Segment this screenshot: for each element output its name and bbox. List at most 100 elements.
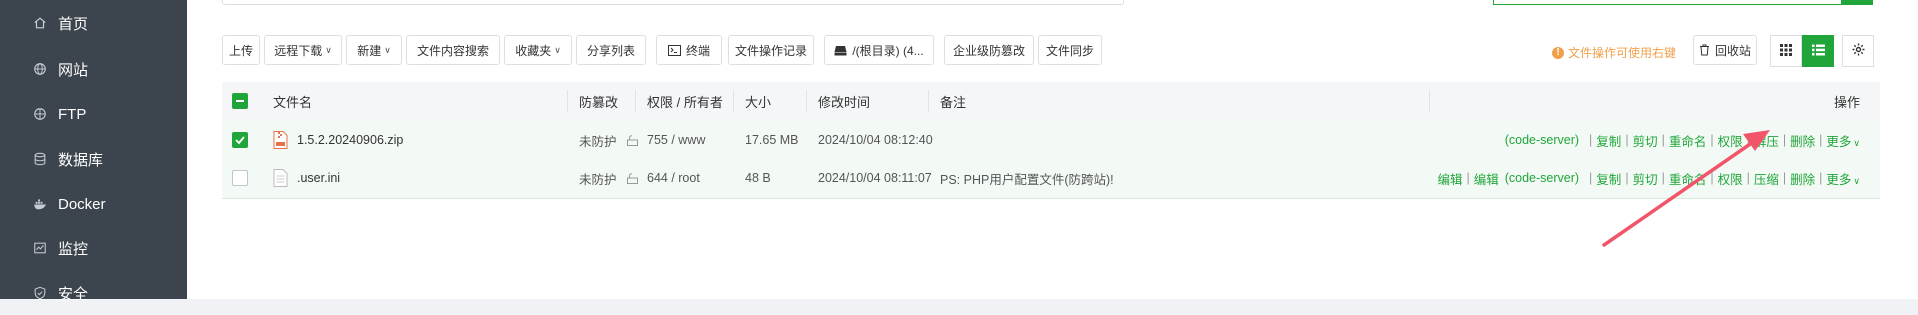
disk-root-button[interactable]: /(根目录) (4... xyxy=(824,35,934,65)
file-size: 48 B xyxy=(745,171,771,185)
list-view-button[interactable] xyxy=(1802,35,1834,67)
settings-button[interactable] xyxy=(1842,35,1874,67)
copy-link[interactable]: 复制 xyxy=(1596,169,1621,188)
sidebar-item-website[interactable]: 网站 xyxy=(0,47,187,91)
database-icon xyxy=(32,151,48,167)
grid-view-button[interactable] xyxy=(1770,35,1802,67)
sidebar-item-database[interactable]: 数据库 xyxy=(0,137,187,181)
docker-icon xyxy=(32,196,48,212)
globe-icon xyxy=(32,61,48,77)
content-search-button[interactable]: 文件内容搜索 xyxy=(406,35,500,65)
column-permission[interactable]: 权限 / 所有者 xyxy=(647,82,723,120)
monitor-icon xyxy=(32,240,48,256)
column-tamper[interactable]: 防篡改 xyxy=(579,82,618,120)
row-checkbox[interactable] xyxy=(232,132,248,148)
cut-link[interactable]: 剪切 xyxy=(1633,169,1658,188)
file-sync-button[interactable]: 文件同步 xyxy=(1038,35,1102,65)
column-mtime[interactable]: 修改时间 xyxy=(818,82,870,120)
file-name[interactable]: 1.5.2.20240906.zip xyxy=(297,133,403,147)
rename-link[interactable]: 重命名 xyxy=(1669,169,1707,188)
sidebar-item-label: 网站 xyxy=(58,61,89,79)
column-divider xyxy=(635,90,636,112)
terminal-button[interactable]: 终端 xyxy=(656,35,722,65)
row-actions: 编辑 | 编辑 (code-server) | 复制 | 剪切 | 重命名 | 权限 | 压… xyxy=(1437,158,1860,198)
table-row[interactable]: 1.5.2.20240906.zip 未防护 755 / www 17.65 M… xyxy=(222,120,1880,161)
unlock-icon xyxy=(626,172,638,184)
sidebar-item-docker[interactable]: Docker xyxy=(0,182,187,226)
file-name-cell[interactable]: .user.ini xyxy=(273,158,340,198)
permission-link[interactable]: 权限 xyxy=(1718,169,1743,188)
sidebar-item-monitor[interactable]: 监控 xyxy=(0,226,187,270)
ftp-icon xyxy=(32,106,48,122)
path-bar[interactable] xyxy=(222,0,1124,5)
share-list-button[interactable]: 分享列表 xyxy=(576,35,646,65)
compress-link[interactable]: 压缩 xyxy=(1754,169,1779,188)
select-all-checkbox[interactable] xyxy=(232,93,248,109)
sidebar-item-security[interactable]: 安全 xyxy=(0,271,187,315)
tamper-status[interactable]: 未防护 xyxy=(579,158,638,198)
edit-link[interactable]: 编辑 xyxy=(1474,169,1499,188)
recycle-bin-button[interactable]: 回收站 xyxy=(1693,35,1757,65)
sidebar-item-ftp[interactable]: FTP xyxy=(0,92,187,136)
chevron-down-icon: ∨ xyxy=(384,44,391,55)
permission-owner[interactable]: 755 / www xyxy=(647,120,705,160)
chevron-down-icon: ∨ xyxy=(325,44,332,55)
column-divider xyxy=(928,90,929,112)
chevron-down-icon: ∨ xyxy=(554,44,561,55)
more-link[interactable]: 更多 ∨ xyxy=(1826,131,1860,150)
column-divider xyxy=(806,90,807,112)
table-row[interactable]: .user.ini 未防护 644 / root 48 B 2024/10/04… xyxy=(222,158,1880,199)
text-file-icon xyxy=(273,169,288,187)
modified-time: 2024/10/04 08:11:07 xyxy=(818,171,932,185)
rename-link[interactable]: 重命名 xyxy=(1669,131,1707,150)
column-size[interactable]: 大小 xyxy=(745,82,771,120)
column-ops: 操作 xyxy=(1833,94,1860,110)
sidebar-item-label: Docker xyxy=(58,195,106,213)
edit-link[interactable]: 编辑 xyxy=(1437,169,1462,188)
sidebar-item-label: 监控 xyxy=(58,240,89,258)
enterprise-tamper-button[interactable]: 企业级防篡改 xyxy=(944,35,1034,65)
extract-link[interactable]: 解压 xyxy=(1754,131,1779,150)
right-click-hint: ! 文件操作可使用右键 xyxy=(1552,44,1676,61)
file-note: PS: PHP用户配置文件(防跨站)! xyxy=(940,172,1114,187)
chevron-down-icon: ∨ xyxy=(1853,175,1860,186)
upload-button[interactable]: 上传 xyxy=(222,35,260,65)
copy-link[interactable]: 复制 xyxy=(1596,131,1621,150)
row-checkbox[interactable] xyxy=(232,170,248,186)
list-icon xyxy=(1811,44,1825,59)
code-server-link[interactable]: (code-server) xyxy=(1505,171,1579,185)
column-name[interactable]: 文件名 xyxy=(273,82,312,120)
zip-file-icon xyxy=(273,131,288,149)
delete-link[interactable]: 删除 xyxy=(1790,131,1815,150)
terminal-icon xyxy=(667,44,681,56)
file-name-cell[interactable]: 1.5.2.20240906.zip xyxy=(273,120,403,160)
more-link[interactable]: 更多 ∨ xyxy=(1826,169,1860,188)
search-input[interactable] xyxy=(1493,0,1843,5)
delete-link[interactable]: 删除 xyxy=(1790,169,1815,188)
permission-link[interactable]: 权限 xyxy=(1718,131,1743,150)
code-server-link[interactable]: (code-server) xyxy=(1505,133,1579,147)
modified-time: 2024/10/04 08:12:40 xyxy=(818,133,933,147)
sidebar-item-label: 数据库 xyxy=(58,151,104,169)
trash-icon xyxy=(1699,44,1710,56)
new-button[interactable]: 新建 ∨ xyxy=(346,35,402,65)
file-name[interactable]: .user.ini xyxy=(297,171,340,185)
grid-icon xyxy=(1780,43,1792,59)
home-icon xyxy=(32,15,48,31)
favorites-button[interactable]: 收藏夹 ∨ xyxy=(504,35,572,65)
remote-download-button[interactable]: 远程下载 ∨ xyxy=(264,35,342,65)
operation-log-button[interactable]: 文件操作记录 xyxy=(728,35,814,65)
column-divider xyxy=(733,90,734,112)
column-note: 备注 xyxy=(940,94,967,110)
search-button[interactable] xyxy=(1841,0,1873,5)
gear-icon xyxy=(1852,43,1865,59)
table-header: 文件名 防篡改 权限 / 所有者 大小 修改时间 备注 操作 xyxy=(222,82,1880,121)
sidebar-item-label: 首页 xyxy=(58,15,89,33)
chevron-down-icon: ∨ xyxy=(1853,137,1860,148)
sidebar-item-home[interactable]: 首页 xyxy=(0,1,187,45)
tamper-status[interactable]: 未防护 xyxy=(579,120,638,160)
permission-owner[interactable]: 644 / root xyxy=(647,158,700,198)
cut-link[interactable]: 剪切 xyxy=(1633,131,1658,150)
sidebar-item-label: 安全 xyxy=(58,285,89,303)
column-divider xyxy=(567,90,568,112)
